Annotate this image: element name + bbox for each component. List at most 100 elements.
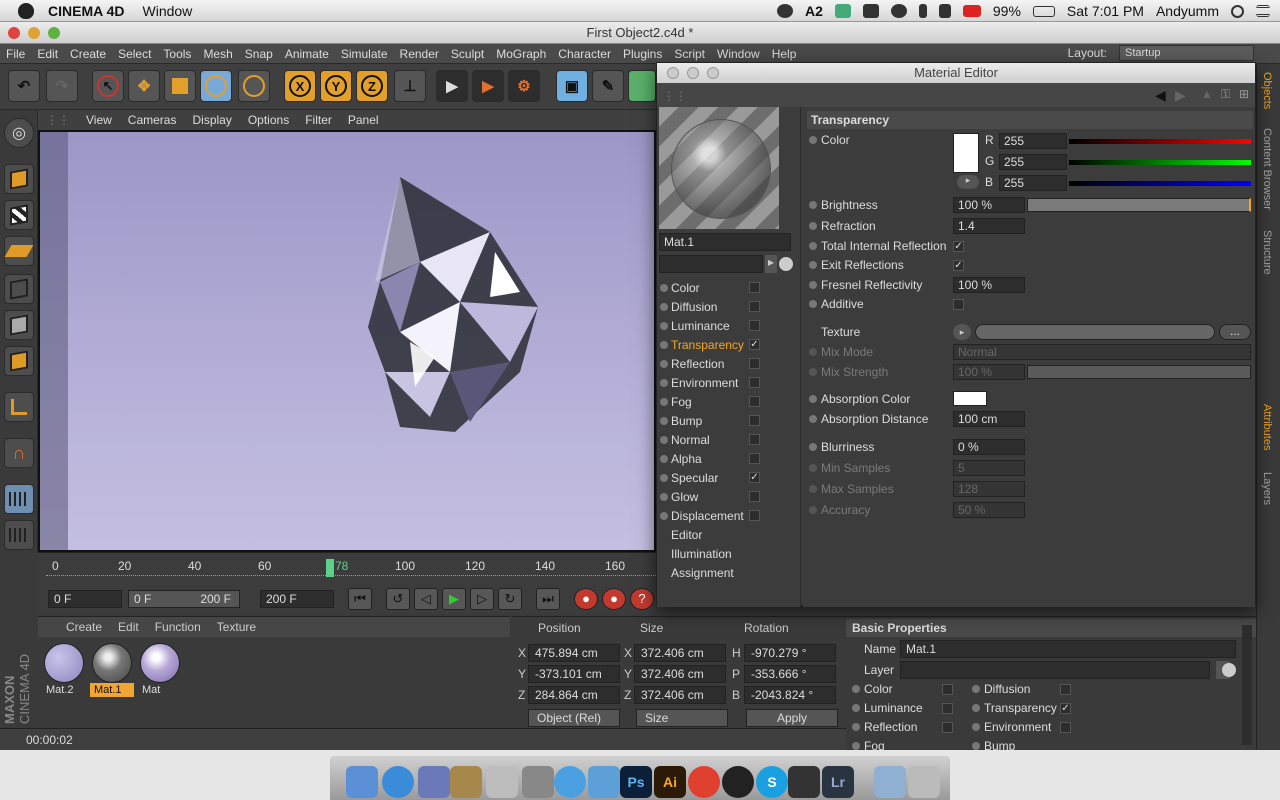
cube-object-button[interactable]: ▣ xyxy=(556,70,588,102)
menu-tools[interactable]: Tools xyxy=(157,47,197,61)
min-samples-field[interactable]: 5 xyxy=(953,460,1025,476)
illustrator-icon[interactable]: Ai xyxy=(654,766,686,798)
apple-menu-icon[interactable] xyxy=(18,2,34,19)
3d-viewport[interactable] xyxy=(38,130,656,552)
preview-icon[interactable] xyxy=(418,766,450,798)
play-button[interactable]: ▶ xyxy=(442,588,466,610)
channel-bump[interactable]: Bump xyxy=(657,412,777,430)
redo-button[interactable]: ↷ xyxy=(46,70,78,102)
final-cut-icon[interactable] xyxy=(788,766,820,798)
channel-diffusion[interactable]: Diffusion xyxy=(657,298,777,316)
end-frame-field[interactable]: 200 F xyxy=(260,590,334,608)
menu-snap[interactable]: Snap xyxy=(239,47,279,61)
channel-color[interactable]: Color xyxy=(657,279,777,297)
menu-mograph[interactable]: MoGraph xyxy=(490,47,552,61)
itunes-icon[interactable] xyxy=(554,766,586,798)
safari-icon[interactable] xyxy=(382,766,414,798)
undo-button[interactable]: ↶ xyxy=(8,70,40,102)
menu-create[interactable]: Create xyxy=(64,47,112,61)
tir-checkbox[interactable]: ✓ xyxy=(953,241,964,252)
channel-reflection[interactable]: Reflection xyxy=(657,355,777,373)
notification-center-icon[interactable] xyxy=(1256,5,1270,17)
channel-luminance[interactable]: Luminance xyxy=(657,317,777,335)
brightness-field[interactable]: 100 % xyxy=(953,197,1025,213)
position-y-field[interactable]: -373.101 cm xyxy=(528,665,620,683)
attr-diffusion-checkbox[interactable] xyxy=(1060,684,1071,695)
go-to-start-button[interactable]: ⏮ xyxy=(348,588,372,610)
cinema4d-dock-icon[interactable] xyxy=(722,766,754,798)
render-settings-button[interactable]: ⚙ xyxy=(508,70,540,102)
color-picker-toggle-icon[interactable]: ▸ xyxy=(957,175,979,189)
g-field[interactable]: 255 xyxy=(999,154,1067,170)
channel-color-checkbox[interactable] xyxy=(749,282,760,293)
menu-help[interactable]: Help xyxy=(766,47,803,61)
me-zoom-icon[interactable] xyxy=(707,67,719,79)
skype-icon[interactable]: S xyxy=(756,766,788,798)
channel-environment[interactable]: Environment xyxy=(657,374,777,392)
channel-specular[interactable]: Specular ✓ xyxy=(657,469,777,487)
menu-window[interactable]: Window xyxy=(711,47,766,61)
me-minimize-icon[interactable] xyxy=(687,67,699,79)
workplane-lock-button[interactable] xyxy=(4,484,34,514)
channel-alpha[interactable]: Alpha xyxy=(657,450,777,468)
position-x-field[interactable]: 475.894 cm xyxy=(528,644,620,662)
coordinate-mode-dropdown[interactable]: Object (Rel) xyxy=(528,709,620,727)
texture-browse-button[interactable]: ... xyxy=(1219,324,1251,340)
system-preferences-icon[interactable] xyxy=(522,766,554,798)
axis-mode-button[interactable] xyxy=(4,392,34,422)
y-axis-button[interactable]: Y xyxy=(320,70,352,102)
spotlight-search-icon[interactable] xyxy=(1231,4,1244,18)
fresnel-field[interactable]: 100 % xyxy=(953,277,1025,293)
prev-key-button[interactable]: ↺ xyxy=(386,588,410,610)
glass-gem-object[interactable] xyxy=(40,132,656,552)
model-mode-button[interactable] xyxy=(4,164,34,194)
size-y-field[interactable]: 372.406 cm xyxy=(634,665,726,683)
blurriness-field[interactable]: 0 % xyxy=(953,439,1025,455)
dropbox-icon[interactable] xyxy=(834,4,851,18)
minimize-window-icon[interactable] xyxy=(28,27,40,39)
absorption-distance-field[interactable]: 100 cm xyxy=(953,411,1025,427)
mix-mode-dropdown[interactable]: Normal xyxy=(953,344,1251,360)
channel-glow-checkbox[interactable] xyxy=(749,491,760,502)
edges-mode-button[interactable] xyxy=(4,310,34,340)
brightness-slider[interactable] xyxy=(1027,198,1251,212)
attr-scrollbar[interactable] xyxy=(1242,625,1252,745)
wifi-icon[interactable] xyxy=(862,4,879,18)
attr-environment-checkbox[interactable] xyxy=(1060,722,1071,733)
menu-animate[interactable]: Animate xyxy=(279,47,335,61)
calculator-icon[interactable] xyxy=(486,766,518,798)
b-field[interactable]: 255 xyxy=(999,175,1067,191)
menu-file[interactable]: File xyxy=(0,47,31,61)
next-key-button[interactable]: ↻ xyxy=(498,588,522,610)
me-grip-icon[interactable]: ⋮⋮ xyxy=(663,89,687,103)
applications-folder-icon[interactable] xyxy=(874,766,906,798)
back-arrow-icon[interactable]: ◀ xyxy=(1155,87,1166,104)
viewport-grip-icon[interactable]: ⋮⋮ xyxy=(38,113,78,127)
time-machine-icon[interactable] xyxy=(890,4,907,18)
viewport-menu-view[interactable]: View xyxy=(78,113,120,127)
accuracy-field[interactable]: 50 % xyxy=(953,502,1025,518)
forward-arrow-icon[interactable]: ▶ xyxy=(1175,87,1186,104)
rotation-h-field[interactable]: -970.279 ° xyxy=(744,644,836,662)
max-samples-field[interactable]: 128 xyxy=(953,481,1025,497)
channel-specular-checkbox[interactable]: ✓ xyxy=(749,472,760,483)
points-mode-button[interactable] xyxy=(4,274,34,304)
size-z-field[interactable]: 372.406 cm xyxy=(634,686,726,704)
bluetooth-icon[interactable] xyxy=(918,4,927,18)
lock-icon[interactable]: ⚿ xyxy=(1221,87,1230,102)
nurbs-button[interactable] xyxy=(628,70,656,102)
recent-tool-button[interactable] xyxy=(238,70,270,102)
menu-mesh[interactable]: Mesh xyxy=(197,47,238,61)
keyframe-selection-button[interactable]: ? xyxy=(630,588,654,610)
z-axis-button[interactable]: Z xyxy=(356,70,388,102)
up-arrow-icon[interactable]: ▲ xyxy=(1201,87,1213,101)
mix-strength-field[interactable]: 100 % xyxy=(953,364,1025,380)
texture-mode-button[interactable] xyxy=(4,200,34,230)
channel-editor[interactable]: Editor xyxy=(657,526,777,544)
move-tool-button[interactable]: ✥ xyxy=(128,70,160,102)
battery-icon[interactable] xyxy=(1032,5,1055,17)
attr-layer-field[interactable] xyxy=(900,661,1210,679)
lightroom-icon[interactable]: Lr xyxy=(822,766,854,798)
channel-alpha-checkbox[interactable] xyxy=(749,453,760,464)
viewport-menu-display[interactable]: Display xyxy=(184,113,239,127)
